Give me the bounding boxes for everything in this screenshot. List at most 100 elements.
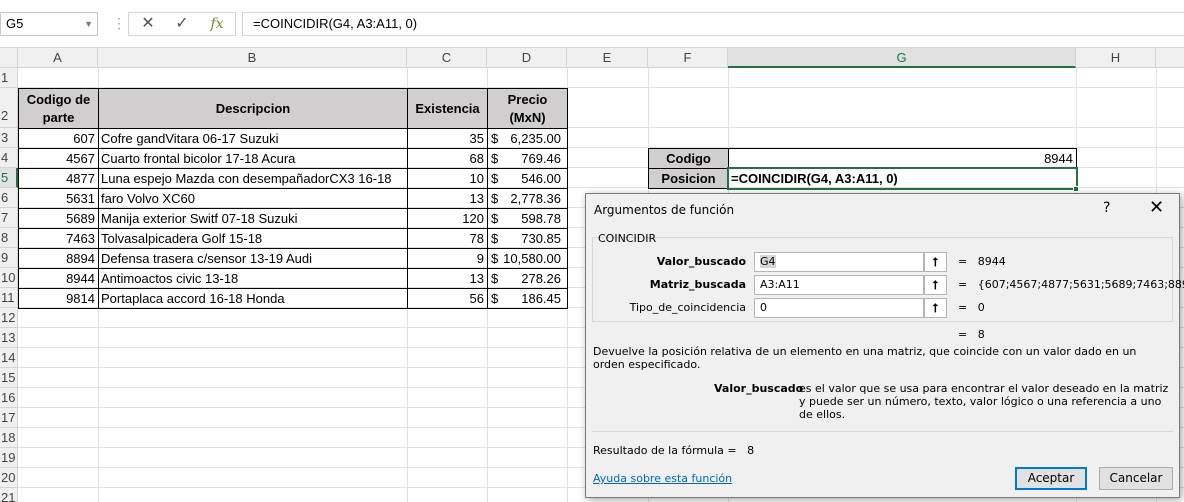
row-header-18[interactable]: 18 (0, 428, 18, 448)
price-value: 769.46 (521, 151, 561, 166)
row-header-12[interactable]: 12 (0, 308, 18, 328)
arg-row-valor-buscado: Valor_buscado G4 ⭡ = 8944 (586, 252, 1181, 272)
table-cell-stock[interactable]: 35 (407, 128, 488, 149)
accept-button[interactable]: Aceptar (1015, 467, 1087, 490)
header-cell-stock[interactable]: Existencia (407, 88, 488, 129)
table-cell-code[interactable]: 7463 (18, 228, 99, 249)
function-name: COINCIDIR (598, 232, 657, 245)
insert-function-icon[interactable]: fx (201, 13, 233, 35)
tipo-coincidencia-input[interactable]: 0 (754, 298, 924, 318)
table-cell-stock[interactable]: 56 (407, 288, 488, 309)
collapse-dialog-icon[interactable]: ⭡ (924, 252, 947, 272)
row-header-3[interactable]: 3 (0, 128, 18, 148)
valor-buscado-input[interactable]: G4 (754, 252, 924, 272)
table-cell-stock[interactable]: 13 (407, 188, 488, 209)
table-cell-code[interactable]: 8894 (18, 248, 99, 269)
table-cell-stock[interactable]: 9 (407, 248, 488, 269)
row-header-11[interactable]: 11 (0, 288, 18, 308)
col-header-extra[interactable] (1156, 48, 1184, 68)
table-cell-code[interactable]: 4877 (18, 168, 99, 189)
row-header-17[interactable]: 17 (0, 408, 18, 428)
header-cell-desc[interactable]: Descripcion (98, 88, 408, 129)
help-icon[interactable]: ? (1103, 200, 1110, 216)
table-cell-price[interactable]: $10,580.00 (487, 248, 568, 269)
confirm-entry-icon[interactable]: ✓ (166, 13, 198, 35)
row-header-10[interactable]: 10 (0, 268, 18, 288)
chevron-down-icon[interactable]: ▼ (84, 13, 93, 35)
table-cell-code[interactable]: 5631 (18, 188, 99, 209)
col-header-h[interactable]: H (1076, 48, 1156, 68)
codigo-value-cell[interactable]: 8944 (728, 148, 1077, 169)
table-cell-price[interactable]: $186.45 (487, 288, 568, 309)
collapse-dialog-icon[interactable]: ⭡ (924, 275, 947, 295)
row-header-15[interactable]: 15 (0, 368, 18, 388)
table-cell-stock[interactable]: 78 (407, 228, 488, 249)
table-cell-price[interactable]: $730.85 (487, 228, 568, 249)
row-header-7[interactable]: 7 (0, 208, 18, 228)
row-header-20[interactable]: 20 (0, 468, 18, 488)
table-cell-stock[interactable]: 68 (407, 148, 488, 169)
table-cell-stock[interactable]: 120 (407, 208, 488, 229)
table-cell-code[interactable]: 9814 (18, 288, 99, 309)
row-header-21[interactable]: 21 (0, 488, 18, 502)
table-cell-desc[interactable]: Manija exterior Switf 07-18 Suzuki (98, 208, 408, 229)
cancel-button[interactable]: Cancelar (1099, 467, 1173, 490)
name-box[interactable]: G5 ▼ (0, 12, 98, 36)
table-cell-stock[interactable]: 10 (407, 168, 488, 189)
table-cell-code[interactable]: 607 (18, 128, 99, 149)
fill-handle[interactable] (1073, 186, 1079, 192)
table-cell-desc[interactable]: Tolvasalpicadera Golf 15-18 (98, 228, 408, 249)
col-header-e[interactable]: E (567, 48, 648, 68)
arg-result: = {607;4567;4877;5631;5689;7463;8894... (958, 275, 1184, 295)
row-header-9[interactable]: 9 (0, 248, 18, 268)
active-cell-g5[interactable]: =COINCIDIR(G4, A3:A11, 0) (727, 167, 1078, 190)
table-cell-desc[interactable]: Portaplaca accord 16-18 Honda (98, 288, 408, 309)
row-header-16[interactable]: 16 (0, 388, 18, 408)
col-header-b[interactable]: B (98, 48, 407, 68)
row-header-2[interactable]: 2 (0, 88, 18, 128)
row-header-8[interactable]: 8 (0, 228, 18, 248)
table-cell-price[interactable]: $598.78 (487, 208, 568, 229)
table-cell-code[interactable]: 8944 (18, 268, 99, 289)
row-header-5[interactable]: 5 (0, 168, 18, 188)
col-header-g[interactable]: G (728, 48, 1076, 68)
col-header-f[interactable]: F (648, 48, 728, 68)
row-header-1[interactable]: 1 (0, 68, 18, 88)
table-cell-code[interactable]: 5689 (18, 208, 99, 229)
header-cell-price[interactable]: Precio (MxN) (487, 88, 568, 129)
matriz-buscada-input[interactable]: A3:A11 (754, 275, 924, 295)
formula-input[interactable]: =COINCIDIR(G4, A3:A11, 0) (242, 12, 1184, 36)
row-header-14[interactable]: 14 (0, 348, 18, 368)
col-header-a[interactable]: A (18, 48, 98, 68)
collapse-dialog-icon[interactable]: ⭡ (924, 298, 947, 318)
row-header-19[interactable]: 19 (0, 448, 18, 468)
table-cell-desc[interactable]: faro Volvo XC60 (98, 188, 408, 209)
table-cell-desc[interactable]: Antimoactos civic 13-18 (98, 268, 408, 289)
dialog-title: Argumentos de función (594, 203, 735, 217)
posicion-label-cell[interactable]: Posicion (648, 168, 729, 189)
row-header-6[interactable]: 6 (0, 188, 18, 208)
table-cell-price[interactable]: $769.46 (487, 148, 568, 169)
row-header-13[interactable]: 13 (0, 328, 18, 348)
table-cell-desc[interactable]: Luna espejo Mazda con desempañadorCX3 16… (98, 168, 408, 189)
table-cell-desc[interactable]: Defensa trasera c/sensor 13-19 Audi (98, 248, 408, 269)
table-cell-code[interactable]: 4567 (18, 148, 99, 169)
col-header-c[interactable]: C (407, 48, 487, 68)
col-header-d[interactable]: D (487, 48, 567, 68)
cancel-entry-icon[interactable]: ✕ (132, 13, 164, 35)
table-cell-price[interactable]: $6,235.00 (487, 128, 568, 149)
table-cell-desc[interactable]: Cofre gandVitara 06-17 Suzuki (98, 128, 408, 149)
table-cell-desc[interactable]: Cuarto frontal bicolor 17-18 Acura (98, 148, 408, 169)
arg-result-value: {607;4567;4877;5631;5689;7463;8894... (977, 278, 1184, 291)
close-icon[interactable]: ✕ (1149, 197, 1164, 218)
table-cell-price[interactable]: $546.00 (487, 168, 568, 189)
select-all-corner[interactable] (0, 48, 18, 68)
codigo-label-cell[interactable]: Codigo (648, 148, 729, 169)
row-header-4[interactable]: 4 (0, 148, 18, 168)
header-cell-code[interactable]: Codigo de parte (18, 88, 99, 129)
table-cell-stock[interactable]: 13 (407, 268, 488, 289)
eq-sign: = (958, 328, 968, 341)
table-cell-price[interactable]: $2,778.36 (487, 188, 568, 209)
help-link[interactable]: Ayuda sobre esta función (593, 472, 732, 485)
table-cell-price[interactable]: $278.26 (487, 268, 568, 289)
